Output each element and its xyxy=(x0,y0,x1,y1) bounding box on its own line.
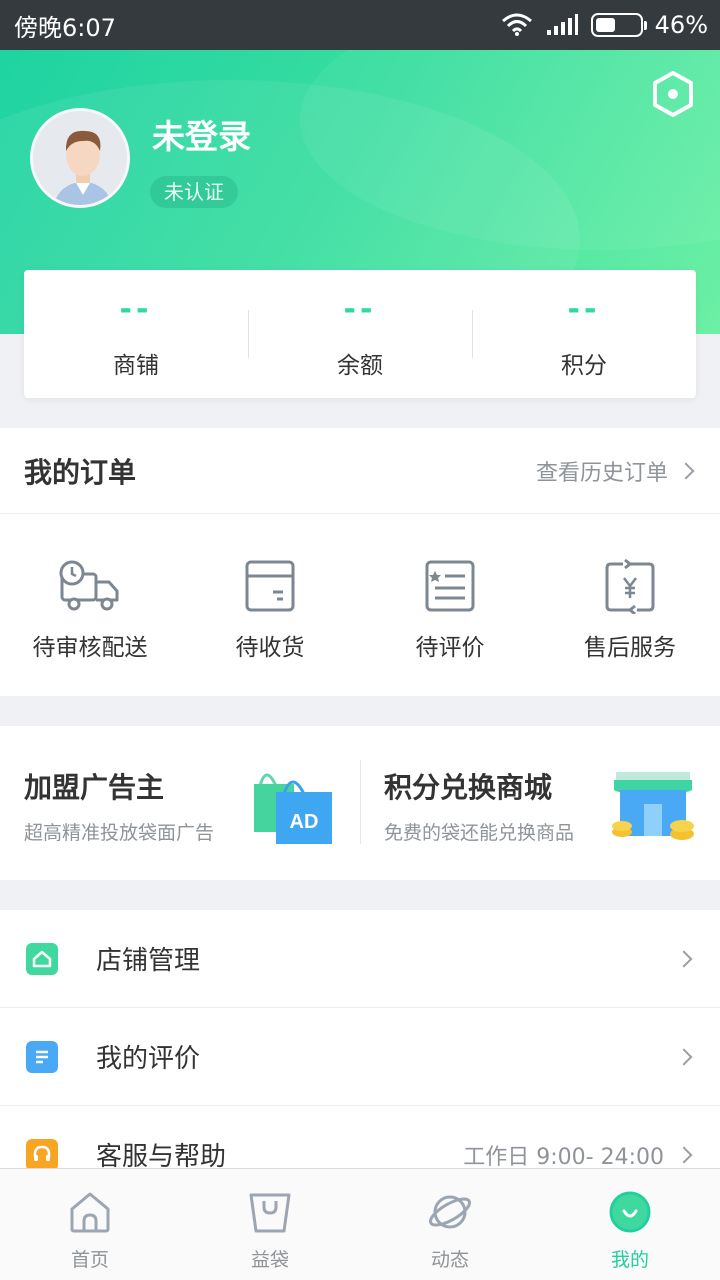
menu-label: 我的评价 xyxy=(96,1044,201,1074)
order-history-label: 查看历史订单 xyxy=(535,460,668,486)
tab-bag[interactable]: 益袋 xyxy=(180,1169,360,1280)
tab-profile[interactable]: 我的 xyxy=(540,1169,720,1280)
review-list-icon xyxy=(26,1040,58,1073)
promo-title: 积分兑换商城 xyxy=(384,771,553,804)
menu-label: 店铺管理 xyxy=(96,946,201,976)
status-time: 傍晚6:07 xyxy=(14,13,116,42)
promo-subtitle: 免费的袋还能兑换商品 xyxy=(384,822,575,844)
tab-label: 动态 xyxy=(430,1249,469,1271)
review-form-icon xyxy=(425,560,475,612)
smile-profile-icon xyxy=(609,1191,651,1233)
store-with-coins-image xyxy=(612,772,694,840)
ad-shopping-bags-image: AD xyxy=(254,773,332,844)
orders-section: 我的订单 查看历史订单 待审核配送 待收货 待评价 售后服务 xyxy=(0,428,720,696)
order-pending-review[interactable]: 待审核配送 xyxy=(0,514,180,696)
settings-hexagon-icon[interactable] xyxy=(650,70,696,118)
verification-badge[interactable]: 未认证 xyxy=(150,176,238,208)
stat-points[interactable]: -- 积分 xyxy=(472,270,696,398)
menu-my-reviews[interactable]: 我的评价 xyxy=(0,1008,720,1106)
store-home-icon xyxy=(26,942,58,975)
battery-icon xyxy=(590,13,647,37)
promo-points-mall[interactable]: 积分兑换商城 免费的袋还能兑换商品 xyxy=(360,726,720,880)
service-hours: 工作日 9:00- 24:00 xyxy=(463,1144,664,1170)
status-indicators: 46% xyxy=(501,11,708,39)
status-bar: 傍晚6:07 46% xyxy=(0,0,720,50)
stat-balance[interactable]: -- 余额 xyxy=(248,270,472,398)
battery-percent: 46% xyxy=(654,11,708,39)
package-box-icon xyxy=(245,560,295,612)
tab-moments[interactable]: 动态 xyxy=(360,1169,540,1280)
stat-value: -- xyxy=(343,292,377,327)
tab-label: 益袋 xyxy=(250,1249,289,1271)
stat-value: -- xyxy=(119,292,153,327)
avatar[interactable] xyxy=(30,108,130,208)
delivery-truck-icon xyxy=(59,560,119,611)
promo-title: 加盟广告主 xyxy=(24,771,165,804)
chevron-right-icon xyxy=(675,1048,693,1065)
headset-icon xyxy=(26,1138,58,1171)
stat-shops[interactable]: -- 商铺 xyxy=(24,270,248,398)
tab-label: 我的 xyxy=(610,1249,649,1271)
bag-icon xyxy=(249,1193,291,1233)
orders-header: 我的订单 查看历史订单 xyxy=(0,428,720,514)
promo-subtitle: 超高精准投放袋面广告 xyxy=(24,822,215,844)
order-item-label: 待评价 xyxy=(415,635,485,661)
promo-advertiser[interactable]: 加盟广告主 超高精准投放袋面广告 AD xyxy=(0,726,360,880)
stat-label: 商铺 xyxy=(113,353,159,379)
order-item-label: 售后服务 xyxy=(584,635,676,661)
orders-title: 我的订单 xyxy=(24,455,137,489)
wifi-icon xyxy=(501,13,532,36)
tab-label: 首页 xyxy=(70,1249,109,1271)
username[interactable]: 未登录 xyxy=(152,110,251,158)
order-item-label: 待审核配送 xyxy=(32,635,148,661)
menu-store-management[interactable]: 店铺管理 xyxy=(0,910,720,1008)
planet-icon xyxy=(429,1195,471,1229)
chevron-right-icon xyxy=(677,462,695,479)
tab-home[interactable]: 首页 xyxy=(0,1169,180,1280)
signal-icon xyxy=(546,14,578,35)
order-status-row: 待审核配送 待收货 待评价 售后服务 xyxy=(0,514,720,696)
refund-yuan-icon xyxy=(605,558,655,614)
settings-menu: 店铺管理 我的评价 客服与帮助 工作日 9:00- 24:00 xyxy=(0,910,720,1204)
order-item-label: 待收货 xyxy=(235,635,305,661)
home-icon xyxy=(70,1192,110,1233)
order-history-link[interactable]: 查看历史订单 xyxy=(535,455,695,487)
order-to-review[interactable]: 待评价 xyxy=(360,514,540,696)
bottom-tab-bar: 首页 益袋 动态 我的 xyxy=(0,1168,720,1280)
order-after-sales[interactable]: 售后服务 xyxy=(540,514,720,696)
promo-section: 加盟广告主 超高精准投放袋面广告 AD 积分兑换商城 免费的袋还能兑换商品 xyxy=(0,726,720,880)
stats-card: -- 商铺 -- 余额 -- 积分 xyxy=(24,270,696,398)
chevron-right-icon xyxy=(675,1146,693,1163)
ad-label: AD xyxy=(290,811,319,833)
stat-label: 积分 xyxy=(561,353,607,379)
stat-value: -- xyxy=(567,292,601,327)
chevron-right-icon xyxy=(675,950,693,967)
order-to-receive[interactable]: 待收货 xyxy=(180,514,360,696)
stat-label: 余额 xyxy=(337,353,383,379)
